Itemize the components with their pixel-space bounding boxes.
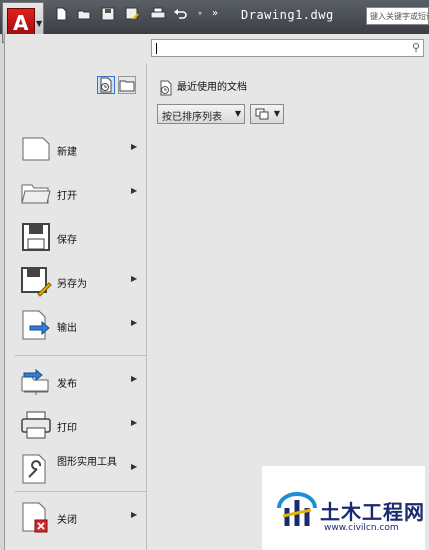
menu-item-export[interactable]: 输出 ▶ (5, 303, 146, 347)
menu-item-label: 关闭 (57, 515, 77, 526)
recent-documents-title: 最近使用的文档 (177, 82, 247, 93)
view-mode-dropdown[interactable]: ▼ (250, 104, 284, 124)
overflow-icon[interactable]: » (208, 7, 222, 21)
title-bar: A ▼ ▾ » Drawing1.dwg 键入关键字或短语 (0, 0, 429, 43)
menu-item-drawing-utilities[interactable]: 图形实用工具 ▶ (5, 447, 146, 491)
save-icon (22, 223, 50, 251)
sort-order-value: 按已排序列表 (162, 112, 222, 123)
sort-order-dropdown[interactable]: 按已排序列表 ▼ (157, 104, 245, 124)
recent-documents-icon (160, 80, 172, 96)
separator (15, 355, 146, 356)
submenu-arrow-icon: ▶ (131, 510, 138, 519)
menu-item-close[interactable]: 关闭 ▶ (5, 495, 146, 539)
printer-icon (21, 411, 51, 439)
undo-dropdown-icon[interactable]: ▾ (193, 7, 207, 21)
save-as-icon (21, 267, 52, 297)
menu-item-open[interactable]: 打开 ▶ (5, 171, 146, 215)
text-cursor (156, 43, 157, 54)
search-icon[interactable]: ⚲ (412, 41, 420, 54)
menu-item-label: 新建 (57, 147, 77, 158)
menu-item-print[interactable]: 打印 ▶ (5, 403, 146, 447)
menu-item-label: 打开 (57, 191, 77, 202)
menu-item-save[interactable]: 保存 (5, 215, 146, 259)
watermark-url: www.civilcn.com (324, 523, 399, 533)
submenu-arrow-icon: ▶ (131, 142, 138, 151)
new-icon[interactable] (54, 7, 68, 21)
submenu-arrow-icon: ▶ (131, 318, 138, 327)
save-icon[interactable] (101, 7, 115, 21)
print-icon[interactable] (149, 7, 167, 21)
menu-search-input[interactable]: ⚲ (151, 39, 424, 57)
chevron-down-icon: ▼ (273, 109, 280, 118)
menu-item-new[interactable]: 新建 ▶ (5, 127, 146, 171)
icon-view-icon (255, 108, 269, 120)
save-as-icon[interactable] (125, 7, 139, 21)
menu-item-label: 输出 (57, 323, 77, 334)
submenu-arrow-icon: ▶ (131, 462, 138, 471)
chevron-down-icon: ▼ (234, 109, 241, 118)
open-documents-icon[interactable] (118, 76, 136, 94)
open-icon[interactable] (77, 7, 91, 21)
drawing-utilities-icon (22, 454, 46, 484)
submenu-arrow-icon: ▶ (131, 418, 138, 427)
menu-item-publish[interactable]: 发布 ▶ (5, 359, 146, 403)
document-title: Drawing1.dwg (241, 8, 334, 22)
menu-item-label: 另存为 (57, 279, 87, 290)
menu-item-label: 图形实用工具 (57, 457, 117, 468)
separator (15, 491, 146, 492)
close-document-icon (22, 502, 48, 533)
search-input[interactable]: 键入关键字或短语 (366, 7, 429, 25)
submenu-arrow-icon: ▶ (131, 274, 138, 283)
export-icon (22, 310, 50, 340)
menu-item-label: 打印 (57, 423, 77, 434)
chevron-down-icon: ▼ (36, 19, 43, 28)
watermark-text: 土木工程网 (320, 500, 425, 524)
menu-item-label: 发布 (57, 379, 77, 390)
submenu-arrow-icon: ▶ (131, 374, 138, 383)
menu-item-label: 保存 (57, 235, 77, 246)
undo-icon[interactable] (173, 7, 187, 21)
recent-documents-icon[interactable] (97, 76, 115, 94)
menu-item-save-as[interactable]: 另存为 ▶ (5, 259, 146, 303)
new-document-icon (22, 137, 50, 161)
civilcn-logo-icon (277, 492, 317, 526)
menu-command-list: 新建 ▶ 打开 ▶ 保存 另存为 ▶ 输出 ▶ 发布 ▶ 打印 ▶ 图形实用工具… (5, 64, 146, 550)
open-folder-icon (21, 184, 51, 204)
watermark: 土木工程网 www.civilcn.com (262, 466, 425, 550)
submenu-arrow-icon: ▶ (131, 186, 138, 195)
publish-icon (21, 368, 49, 395)
